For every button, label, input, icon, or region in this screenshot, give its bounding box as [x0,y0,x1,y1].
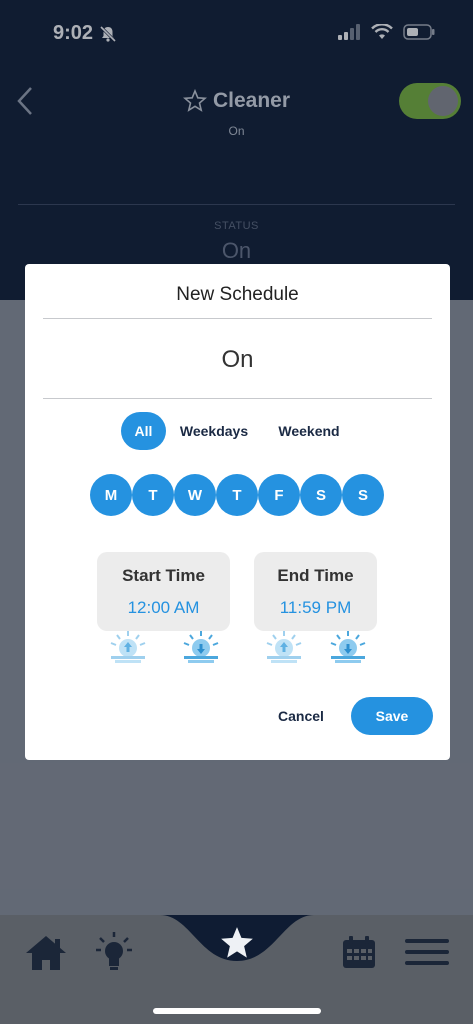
cancel-button[interactable]: Cancel [271,697,331,735]
sunset-icon[interactable] [182,630,220,664]
segment-weekdays[interactable]: Weekdays [173,412,255,450]
day-selector: M T W T F S S [90,474,386,516]
sunset-icon[interactable] [329,630,367,664]
sunrise-icon[interactable] [265,630,303,664]
save-button[interactable]: Save [351,697,433,735]
segment-all[interactable]: All [121,412,166,450]
day-friday[interactable]: F [258,474,300,516]
day-saturday[interactable]: S [300,474,342,516]
calendar-icon[interactable] [342,935,376,969]
end-time-value: 11:59 PM [279,598,352,617]
home-icon[interactable] [24,933,68,973]
home-indicator[interactable] [153,1008,321,1014]
day-thursday[interactable]: T [216,474,258,516]
day-tuesday[interactable]: T [132,474,174,516]
day-wednesday[interactable]: W [174,474,216,516]
dialog-title: New Schedule [176,284,299,305]
lightbulb-icon[interactable] [95,931,133,971]
end-time-label: End Time [277,566,354,585]
day-sunday[interactable]: S [342,474,384,516]
start-time-label: Start Time [122,566,205,585]
star-icon[interactable] [218,924,256,962]
segment-weekend[interactable]: Weekend [269,412,349,450]
mode-selector[interactable]: On [25,346,450,374]
mode-divider [43,398,432,399]
start-time-picker[interactable]: Start Time 12:00 AM [97,552,230,631]
sunrise-icon[interactable] [109,630,147,664]
day-monday[interactable]: M [90,474,132,516]
start-time-value: 12:00 AM [127,598,200,617]
new-schedule-dialog: New Schedule On All Weekdays Weekend M T… [25,264,450,760]
end-time-picker[interactable]: End Time 11:59 PM [254,552,377,631]
title-divider [43,318,432,319]
menu-icon[interactable] [405,939,449,965]
